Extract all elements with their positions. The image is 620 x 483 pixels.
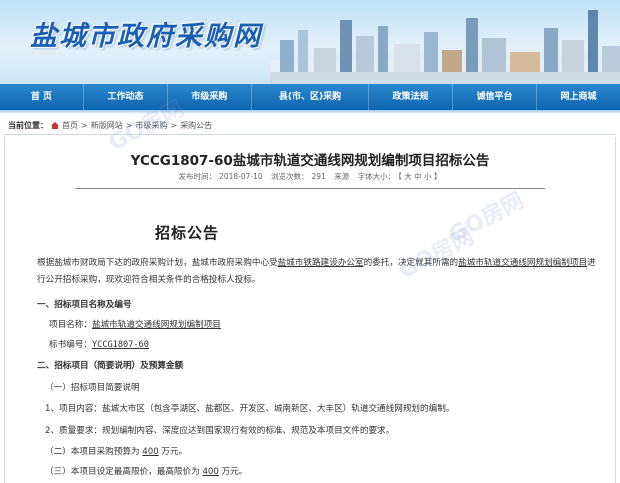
breadcrumb-divider	[4, 134, 616, 135]
header-banner: 盐城市政府采购网	[0, 0, 620, 84]
section-2-title: 二、招标项目（简要说明）及预算金额	[37, 361, 184, 371]
nav-item-policies[interactable]: 政策法规	[369, 84, 454, 110]
project-name: 盐城市轨道交通线网规划编制项目	[91, 320, 221, 330]
article-content: YCCG1807-60盐城市轨道交通线网规划编制项目招标公告 发布时间： 2018…	[4, 137, 616, 483]
breadcrumb-sep: >	[125, 120, 133, 130]
nav-item-work-news[interactable]: 工作动态	[84, 84, 168, 110]
bid-number: YCCG1807-60	[91, 340, 149, 350]
nav-item-home[interactable]: 首 页	[0, 84, 84, 110]
views-count: 291	[311, 172, 326, 181]
breadcrumb: 当前位置： 首页 > 新版网站 > 市级采购 > 采购公告	[8, 118, 612, 132]
city-skyline-image	[270, 10, 620, 84]
font-size-label: 字体大小：	[357, 172, 396, 181]
nav-item-city-procurement[interactable]: 市级采购	[168, 84, 252, 110]
budget-row: （二）本项目采购预算为 400 万元。	[45, 447, 188, 457]
project-name-inline: 盐城市轨道交通线网规划编制项目	[458, 258, 588, 268]
ceiling-row: （三）本项目设定最高限价，最高限价为 400 万元。	[45, 467, 248, 477]
project-name-row: 项目名称：盐城市轨道交通线网规划编制项目	[49, 320, 221, 330]
breadcrumb-home[interactable]: 首页	[62, 120, 78, 131]
bid-number-row: 标书编号：YCCG1807-60	[49, 340, 149, 350]
source-label: 来源	[334, 172, 350, 181]
subsection-1: （一）招标项目简要说明	[45, 383, 140, 393]
font-size-switcher[interactable]: 【 大 中 小 】	[398, 172, 441, 181]
ceiling-value: 400	[202, 467, 219, 477]
client-name: 盐城市铁路建设办公室	[277, 258, 364, 268]
budget-value: 400	[142, 447, 159, 457]
nav-shadow	[0, 110, 620, 114]
breadcrumb-sep: >	[81, 120, 88, 130]
article-meta: 发布时间： 2018-07-10 浏览次数： 291 来源 字体大小：【 大 中 小…	[5, 171, 615, 182]
intro-paragraph: 根据盐城市财政局下达的政府采购计划，盐城市政府采购中心受盐城市铁路建设办公室的委…	[37, 258, 596, 285]
publish-label: 发布时间：	[178, 172, 217, 181]
main-nav: 首 页 工作动态 市级采购 县(市、区)采购 政策法规 诚信平台 网上商城	[0, 84, 620, 110]
home-icon	[51, 121, 59, 129]
breadcrumb-city-procurement[interactable]: 市级采购	[135, 120, 167, 131]
publish-date: 2018-07-10	[219, 172, 263, 181]
breadcrumb-sep: >	[170, 120, 178, 130]
breadcrumb-announcements[interactable]: 采购公告	[180, 120, 212, 131]
site-logo[interactable]: 盐城市政府采购网	[30, 14, 262, 53]
section-1-title: 一、招标项目名称及编号	[37, 300, 132, 310]
item-1: 1、项目内容：盐城大市区（包含亭湖区、盐都区、开发区、城南新区、大丰区）轨道交通…	[45, 404, 455, 414]
meta-divider	[75, 188, 545, 189]
item-2: 2、质量要求：规划编制内容、深度应达到国家现行有效的标准、规范及本项目文件的要求…	[45, 426, 395, 436]
nav-item-online-mall[interactable]: 网上商城	[537, 84, 620, 110]
article-title: YCCG1807-60盐城市轨道交通线网规划编制项目招标公告	[130, 153, 490, 169]
nav-item-credit-platform[interactable]: 诚信平台	[453, 84, 537, 110]
nav-item-county-procurement[interactable]: 县(市、区)采购	[252, 84, 370, 110]
breadcrumb-new-site[interactable]: 新版网站	[91, 120, 123, 131]
breadcrumb-label: 当前位置：	[8, 120, 48, 130]
notice-heading: 招标公告	[155, 224, 220, 242]
views-label: 浏览次数：	[271, 172, 309, 181]
